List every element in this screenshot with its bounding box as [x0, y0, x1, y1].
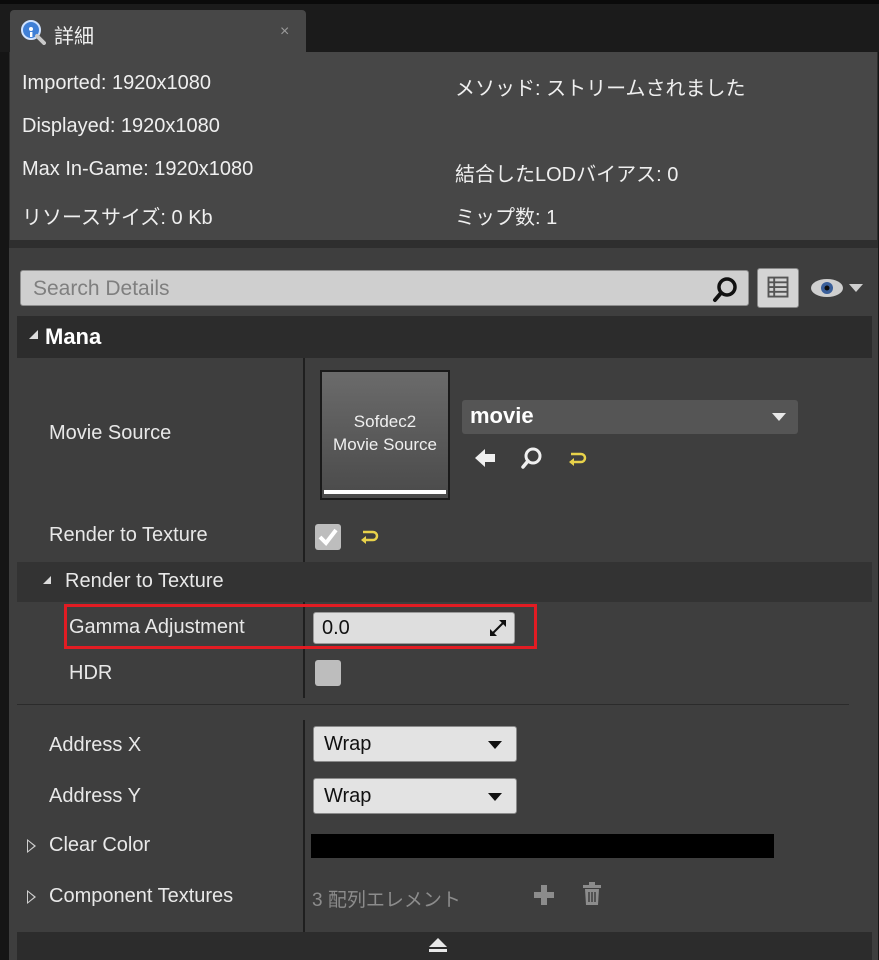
section-divider — [9, 240, 878, 248]
thumbnail-caption-line2: Movie Source — [333, 435, 437, 454]
stat-imported: Imported: 1920x1080 — [22, 72, 212, 94]
thumbnail-underline — [324, 490, 446, 494]
checkmark-icon — [318, 528, 338, 547]
thumbnail-caption-line1: Sofdec2 — [353, 412, 417, 431]
reset-to-default-icon[interactable] — [565, 448, 589, 472]
eject-icon — [429, 938, 447, 952]
property-matrix-button[interactable] — [757, 268, 799, 308]
address-y-dropdown[interactable]: Wrap — [313, 778, 517, 814]
address-y-label: Address Y — [49, 785, 141, 807]
visibility-filter-button[interactable] — [807, 274, 869, 302]
subcategory-render-to-texture[interactable]: Render to Texture — [17, 562, 872, 602]
details-panel: Search Details Mana Movie Source Sofdec2… — [9, 248, 878, 960]
stat-max-ingame: Max In-Game: 1920x1080 — [22, 158, 254, 180]
trash-icon[interactable] — [581, 882, 603, 906]
search-input[interactable]: Search Details — [20, 270, 749, 306]
movie-source-dropdown[interactable]: movie — [462, 400, 798, 434]
tab-bar: 詳細 × — [0, 0, 879, 56]
thumbnail-caption: Sofdec2 Movie Source — [322, 410, 448, 456]
search-icon[interactable] — [712, 275, 740, 303]
advanced-toggle-bar[interactable] — [17, 932, 872, 960]
highlight-box — [64, 604, 537, 649]
tab-close-icon[interactable]: × — [280, 23, 289, 41]
address-x-label: Address X — [49, 734, 142, 756]
clear-color-swatch[interactable] — [311, 834, 774, 858]
render-to-texture-label: Render to Texture — [49, 524, 208, 546]
stat-displayed: Displayed: 1920x1080 — [22, 115, 220, 137]
search-placeholder: Search Details — [33, 277, 170, 300]
address-y-value: Wrap — [324, 785, 372, 807]
hdr-checkbox[interactable] — [315, 660, 341, 686]
movie-source-thumbnail[interactable]: Sofdec2 Movie Source — [320, 370, 450, 500]
render-to-texture-checkbox[interactable] — [315, 524, 341, 550]
details-tab[interactable]: 詳細 × — [10, 10, 306, 56]
add-element-icon[interactable] — [533, 884, 555, 906]
tab-title: 詳細 — [54, 26, 94, 48]
movie-source-value: movie — [470, 403, 534, 428]
component-textures-count: 3 配列エレメント — [312, 890, 461, 911]
property-rows: Movie Source Sofdec2 Movie Source movie — [17, 358, 872, 932]
chevron-down-icon — [488, 793, 502, 801]
category-header-mana[interactable]: Mana — [17, 316, 872, 358]
expand-triangle-icon[interactable] — [27, 890, 36, 904]
movie-source-label: Movie Source — [49, 422, 172, 444]
property-matrix-icon — [767, 276, 789, 298]
stat-method: メソッド: ストリームされました — [455, 78, 746, 100]
address-x-dropdown[interactable]: Wrap — [313, 726, 517, 762]
find-in-browser-icon[interactable] — [520, 446, 544, 470]
column-divider — [303, 720, 305, 932]
expand-triangle-icon[interactable] — [27, 839, 36, 853]
thumbnail-face: Sofdec2 Movie Source — [322, 372, 448, 498]
column-divider — [303, 358, 305, 562]
details-magnifier-icon — [21, 20, 46, 45]
group-separator — [17, 704, 849, 705]
category-label: Mana — [45, 324, 102, 349]
clear-color-label: Clear Color — [49, 834, 151, 856]
address-x-value: Wrap — [324, 733, 372, 755]
browse-back-arrow-icon[interactable] — [473, 446, 497, 470]
texture-stats: Imported: 1920x1080 Displayed: 1920x1080… — [9, 52, 878, 240]
chevron-down-icon — [772, 413, 786, 421]
stat-mip-count: ミップ数: 1 — [455, 207, 558, 229]
collapse-triangle-icon — [43, 576, 51, 584]
hdr-label: HDR — [69, 662, 113, 684]
stat-lod-bias: 結合したLODバイアス: 0 — [455, 164, 679, 186]
reset-to-default-icon[interactable] — [357, 526, 381, 550]
collapse-triangle-icon — [29, 330, 38, 339]
subcategory-label: Render to Texture — [65, 570, 224, 592]
chevron-down-icon — [488, 741, 502, 749]
component-textures-label: Component Textures — [49, 885, 234, 907]
eye-icon — [811, 279, 863, 297]
stat-resource-size: リソースサイズ: 0 Kb — [22, 207, 213, 229]
